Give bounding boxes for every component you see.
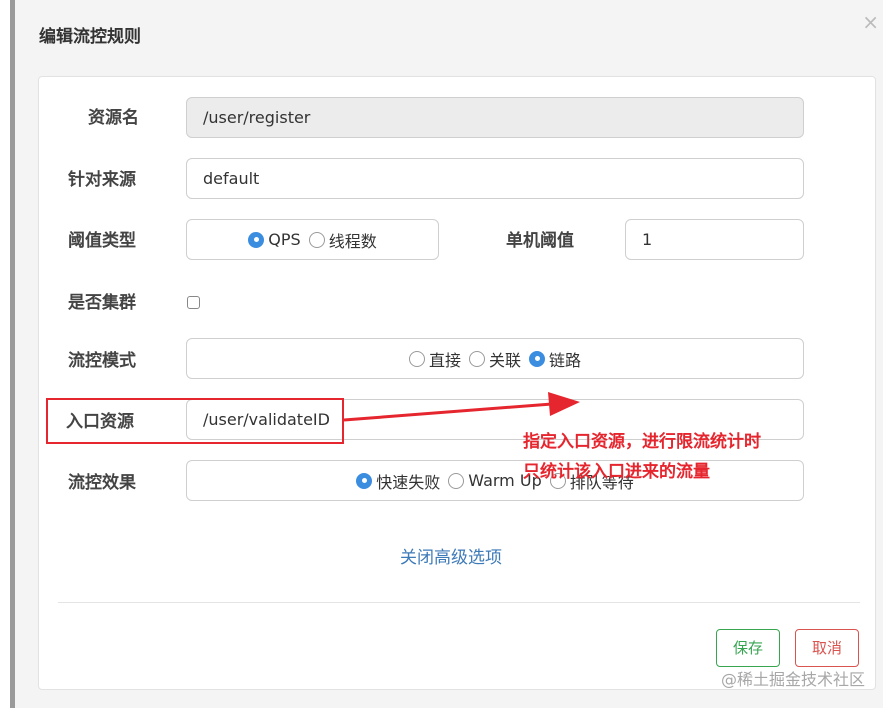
annotation-text-line1: 指定入口资源，进行限流统计时	[523, 432, 761, 452]
advanced-options-toggle-link[interactable]: 关闭高级选项	[400, 543, 502, 568]
footer-divider	[58, 602, 860, 603]
watermark: @稀土掘金技术社区	[720, 670, 865, 689]
annotation-text-line2: 只统计该入口进来的流量	[523, 462, 710, 482]
cancel-button[interactable]: 取消	[795, 629, 859, 667]
save-button[interactable]: 保存	[716, 629, 780, 667]
